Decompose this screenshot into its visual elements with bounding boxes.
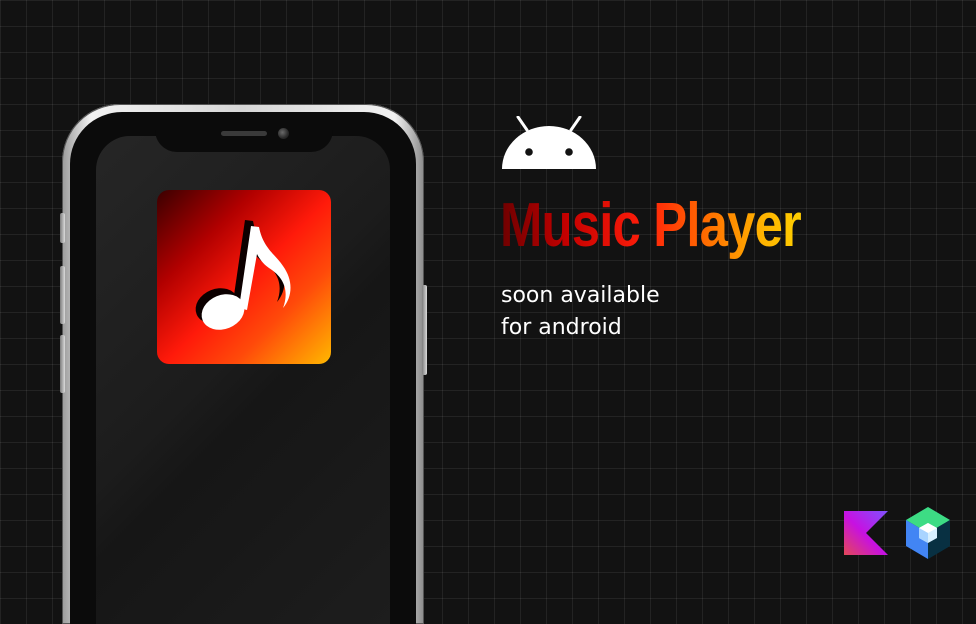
phone-speaker <box>221 131 267 136</box>
phone-mute-switch <box>60 213 65 243</box>
android-robot-icon <box>502 116 596 169</box>
availability-text: soon available for android <box>501 280 660 344</box>
availability-line-2: for android <box>501 315 622 340</box>
phone-mockup <box>62 104 424 624</box>
music-app-icon <box>157 190 331 364</box>
phone-bezel <box>70 112 416 624</box>
app-title: Music Player <box>500 186 802 266</box>
phone-volume-down-button <box>60 335 65 393</box>
jetpack-compose-icon <box>906 507 950 559</box>
phone-camera <box>278 128 289 139</box>
availability-line-1: soon available <box>501 283 660 308</box>
phone-power-button <box>422 285 427 375</box>
music-note-icon <box>195 220 291 330</box>
kotlin-icon <box>844 511 888 555</box>
phone-volume-up-button <box>60 266 65 324</box>
